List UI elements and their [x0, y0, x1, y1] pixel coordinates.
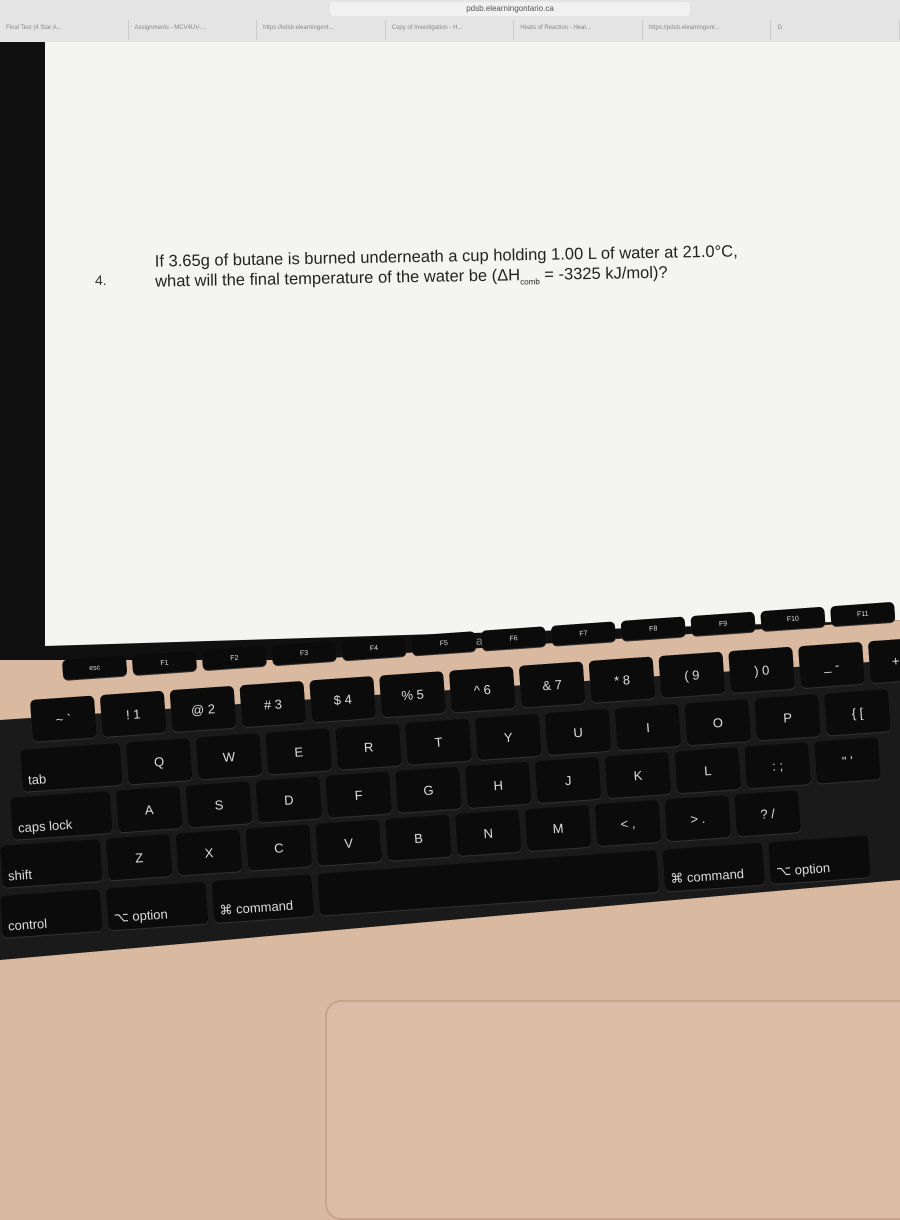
document-page [45, 42, 900, 646]
key[interactable]: < , [595, 800, 662, 846]
key[interactable]: shift [0, 839, 103, 888]
browser-tab[interactable]: Assignments - MCV4UV-... [129, 20, 258, 40]
key[interactable]: F6 [481, 626, 546, 650]
key[interactable]: E [265, 728, 332, 774]
key[interactable]: W [196, 733, 263, 779]
key[interactable]: C [245, 824, 312, 870]
key[interactable]: control [0, 889, 103, 938]
key[interactable]: ⌥ option [768, 835, 871, 884]
key[interactable]: F9 [690, 612, 755, 636]
key[interactable]: * 8 [589, 656, 656, 702]
key[interactable]: F1 [132, 651, 197, 675]
browser-tab[interactable]: Copy of Investigation - H... [386, 20, 515, 40]
key[interactable]: @ 2 [170, 686, 237, 732]
key[interactable]: M [525, 805, 592, 851]
key[interactable]: V [315, 819, 382, 865]
address-bar[interactable]: pdsb.elearningontario.ca [330, 2, 690, 16]
key[interactable]: $ 4 [309, 676, 376, 722]
key[interactable]: N [455, 810, 522, 856]
key[interactable]: I [615, 704, 682, 750]
key[interactable]: A [116, 786, 183, 832]
key[interactable]: F10 [760, 607, 825, 631]
key[interactable]: F3 [271, 641, 336, 665]
key[interactable]: F [325, 771, 392, 817]
key[interactable]: F7 [551, 621, 616, 645]
browser-tab[interactable]: https://pdsb.elearningont... [643, 20, 772, 40]
key[interactable]: { [ [824, 689, 891, 735]
trackpad[interactable] [325, 1000, 900, 1220]
key[interactable]: G [395, 767, 462, 813]
key[interactable]: D [255, 776, 322, 822]
key[interactable]: & 7 [519, 661, 586, 707]
key[interactable]: ⌘ command [211, 874, 314, 923]
question-line-2-start: what will the final temperature of the w… [155, 266, 520, 290]
key[interactable]: R [335, 723, 402, 769]
key[interactable]: + = [868, 637, 900, 683]
key[interactable]: B [385, 815, 452, 861]
tab-bar: Final Test (4 Star A... Assignments - MC… [0, 20, 900, 40]
key[interactable]: ( 9 [658, 652, 725, 698]
browser-chrome: pdsb.elearningontario.ca Final Test (4 S… [0, 0, 900, 42]
key[interactable]: > . [664, 795, 731, 841]
key[interactable]: caps lock [10, 791, 113, 840]
browser-tab[interactable]: Final Test (4 Star A... [0, 20, 129, 40]
key[interactable]: Q [126, 738, 193, 784]
key[interactable]: F5 [411, 631, 476, 655]
key[interactable]: Y [475, 714, 542, 760]
browser-tab[interactable]: https://kdsb.elearningont... [257, 20, 386, 40]
key[interactable]: F4 [341, 636, 406, 660]
subscript: comb [520, 277, 540, 286]
laptop-screen: pdsb.elearningontario.ca Final Test (4 S… [0, 0, 900, 660]
key[interactable]: ~ ` [30, 696, 97, 742]
browser-tab[interactable]: Heats of Reaction - Heat... [514, 20, 643, 40]
key[interactable]: ⌥ option [106, 882, 209, 931]
question-line-2-end: = -3325 kJ/mol)? [540, 264, 668, 284]
key[interactable]: tab [20, 743, 123, 792]
key[interactable]: ⌘ command [662, 843, 765, 892]
key[interactable]: esc [62, 656, 127, 680]
browser-tab[interactable]: G [771, 20, 900, 40]
question-number: 4. [95, 272, 107, 288]
key[interactable]: : ; [744, 742, 811, 788]
key[interactable]: O [684, 699, 751, 745]
key[interactable]: K [605, 752, 672, 798]
key[interactable]: J [535, 757, 602, 803]
key[interactable]: L [674, 747, 741, 793]
key[interactable]: # 3 [239, 681, 306, 727]
key[interactable]: H [465, 762, 532, 808]
key[interactable]: F8 [621, 616, 686, 640]
key[interactable]: F11 [830, 602, 895, 626]
key[interactable]: P [754, 694, 821, 740]
key[interactable]: T [405, 719, 472, 765]
key[interactable]: Z [106, 834, 173, 880]
key[interactable]: F2 [202, 646, 267, 670]
key[interactable]: ) 0 [728, 647, 795, 693]
key[interactable]: ! 1 [100, 691, 167, 737]
key[interactable]: % 5 [379, 671, 446, 717]
key[interactable]: X [176, 829, 243, 875]
key[interactable]: _ - [798, 642, 865, 688]
key[interactable]: " ' [814, 737, 881, 783]
key[interactable]: ? / [734, 790, 801, 836]
key[interactable]: S [186, 781, 253, 827]
key[interactable]: ^ 6 [449, 666, 516, 712]
key[interactable]: U [545, 709, 612, 755]
